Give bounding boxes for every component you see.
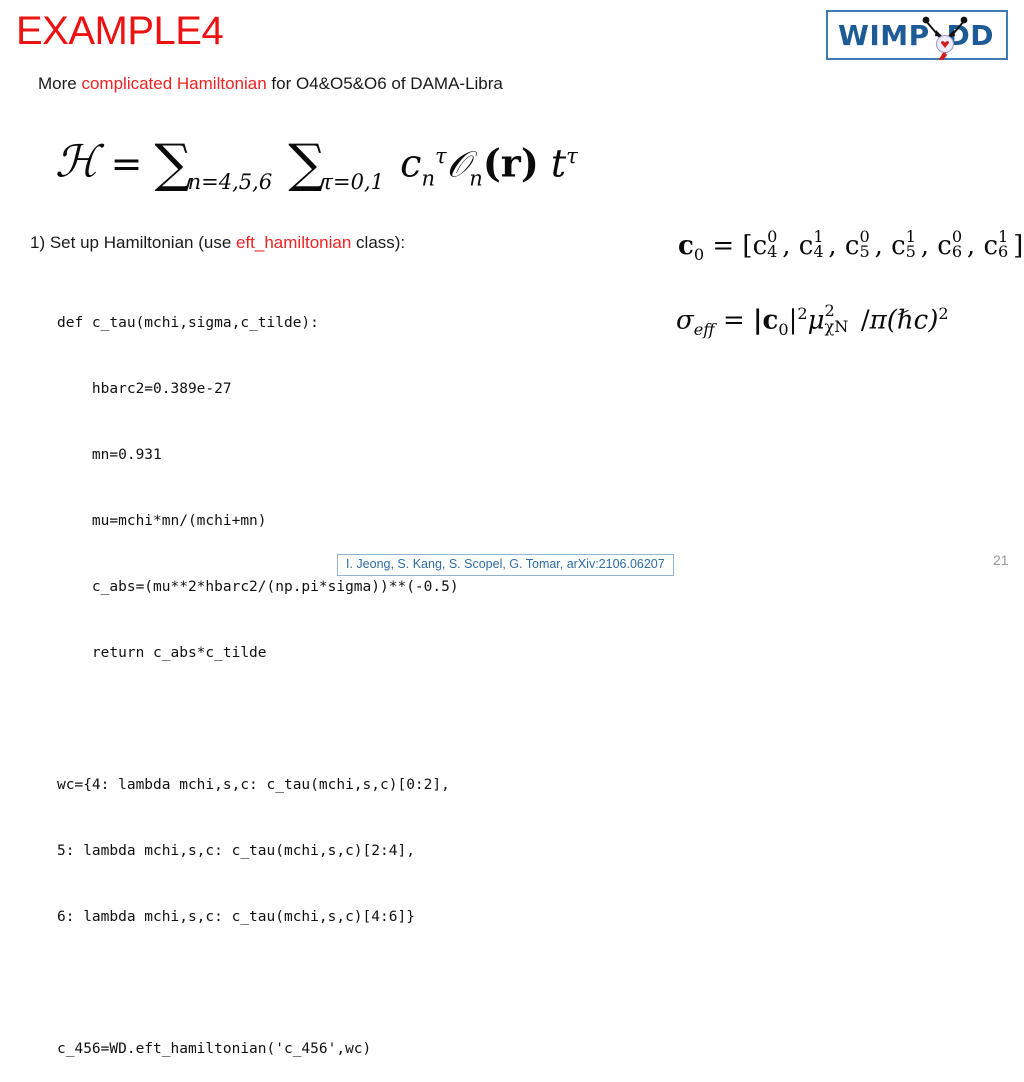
c0-component-indices: 16 xyxy=(998,226,1009,262)
c0-vector-equation: c0 = [c 0 4, c14, c05, c15, c06, c 1 6] xyxy=(678,226,1024,272)
equation-operator-sub: n xyxy=(469,166,483,191)
c0-component-indices: 06 xyxy=(951,226,963,262)
c0-component-indices: 05 xyxy=(859,226,870,262)
sigma-hbar-c: (ℏc) xyxy=(886,305,939,336)
page-number: 21 xyxy=(993,552,1009,568)
c0-component: c xyxy=(891,231,906,261)
c0-separator: , xyxy=(920,231,938,261)
equation-lhs: ℋ xyxy=(55,136,99,188)
code-line: return c_abs*c_tilde xyxy=(57,645,267,661)
feynman-scattering-diagram-icon xyxy=(922,16,968,60)
code-line: mn=0.931 xyxy=(57,447,162,463)
step-1-text-part2: class): xyxy=(351,233,406,252)
equation-sum2-subscript: τ=0,1 xyxy=(321,169,385,194)
c0-component: c xyxy=(798,231,814,261)
equation-sum2: ∑ xyxy=(288,133,326,194)
subtitle-text-part2: for O4&O5&O6 of DAMA-Libra xyxy=(266,74,503,93)
c0-component: c xyxy=(844,231,860,261)
sigma-mu: μ xyxy=(807,305,825,336)
equation-coefficient-sub: n xyxy=(421,166,435,191)
code-line: c_456=WD.eft_hamiltonian('c_456',wc) xyxy=(57,1041,372,1057)
c0-separator: , xyxy=(828,231,845,261)
equation-sum1-subscript: n=4,5,6 xyxy=(187,169,273,194)
sigma-c0-abs-sup: 2 xyxy=(797,304,808,323)
code-line: c_abs=(mu**2*hbarc2/(np.pi*sigma))**(-0.… xyxy=(57,579,459,595)
c0-bracket-open: [ xyxy=(742,231,753,261)
sigma-c0-abs-sub: 0 xyxy=(778,319,789,339)
code-line: hbarc2=0.389e-27 xyxy=(57,381,232,397)
sigma-divider: / xyxy=(860,305,870,336)
sigma-c0-abs: |c xyxy=(753,305,779,336)
equation-sum1: ∑ xyxy=(154,133,192,194)
c0-equals: = xyxy=(712,231,735,261)
c0-lhs-sub: 0 xyxy=(693,245,705,265)
c0-component-indices: 14 xyxy=(813,226,824,262)
wimp-dd-logo: WIMP DD xyxy=(826,10,1008,60)
c0-separator: , xyxy=(782,231,799,261)
code-line: 6: lambda mchi,s,c: c_tau(mchi,s,c)[4:6]… xyxy=(57,909,415,925)
c0-bracket-close: ] xyxy=(1013,231,1024,261)
code-line: def c_tau(mchi,sigma,c_tilde): xyxy=(57,315,319,331)
sigma-pi: π xyxy=(869,305,887,336)
sigma-mu-indices: 2 χN xyxy=(824,301,849,337)
hamiltonian-equation: ℋ = ∑n=4,5,6 ∑τ=0,1 cnτ𝒪n(r) tτ xyxy=(55,128,578,206)
slide-subtitle: More complicated Hamiltonian for O4&O5&O… xyxy=(38,73,503,95)
code-line: mu=mchi*mn/(mchi+mn) xyxy=(57,513,267,529)
page-title: EXAMPLE4 xyxy=(16,9,224,53)
equation-coefficient-sup: τ xyxy=(434,144,447,168)
equation-operator: 𝒪 xyxy=(446,144,470,186)
c0-component: c xyxy=(937,231,952,261)
equation-isospin-sup: τ xyxy=(566,144,578,168)
code-line: 5: lambda mchi,s,c: c_tau(mchi,s,c)[2:4]… xyxy=(57,843,415,859)
step-1-class-name: eft_hamiltonian xyxy=(236,233,352,252)
code-block: def c_tau(mchi,sigma,c_tilde): hbarc2=0.… xyxy=(57,268,459,1082)
equation-isospin: t xyxy=(550,141,567,186)
sigma-hbar-c-sup: 2 xyxy=(938,304,949,323)
equation-coefficient: c xyxy=(400,141,422,186)
sigma-eff-equation: σeff = |c0|2μ 2 χN/π(ℏc)2 xyxy=(676,297,949,347)
sigma-lhs: σ xyxy=(676,305,694,336)
c0-component-indices: 15 xyxy=(905,226,916,262)
equation-operator-argument: (r) xyxy=(482,140,539,186)
sigma-lhs-sub: eff xyxy=(693,319,715,339)
c0-component-indices: 04 xyxy=(767,226,778,262)
code-line: wc={4: lambda mchi,s,c: c_tau(mchi,s,c)[… xyxy=(57,777,450,793)
step-1-text-part1: 1) Set up Hamiltonian (use xyxy=(30,233,236,252)
c0-lhs: c xyxy=(678,231,694,261)
subtitle-highlight: complicated Hamiltonian xyxy=(81,74,267,93)
c0-separator: , xyxy=(874,231,892,261)
c0-component: c xyxy=(752,231,768,261)
c0-separator: , xyxy=(966,231,984,261)
sigma-equals: = xyxy=(722,305,745,336)
subtitle-text-part1: More xyxy=(38,74,82,93)
step-1-instruction: 1) Set up Hamiltonian (use eft_hamiltoni… xyxy=(30,231,405,254)
citation-box: I. Jeong, S. Kang, S. Scopel, G. Tomar, … xyxy=(337,554,674,576)
c0-component: c xyxy=(983,231,998,261)
equation-equals: = xyxy=(110,141,143,186)
